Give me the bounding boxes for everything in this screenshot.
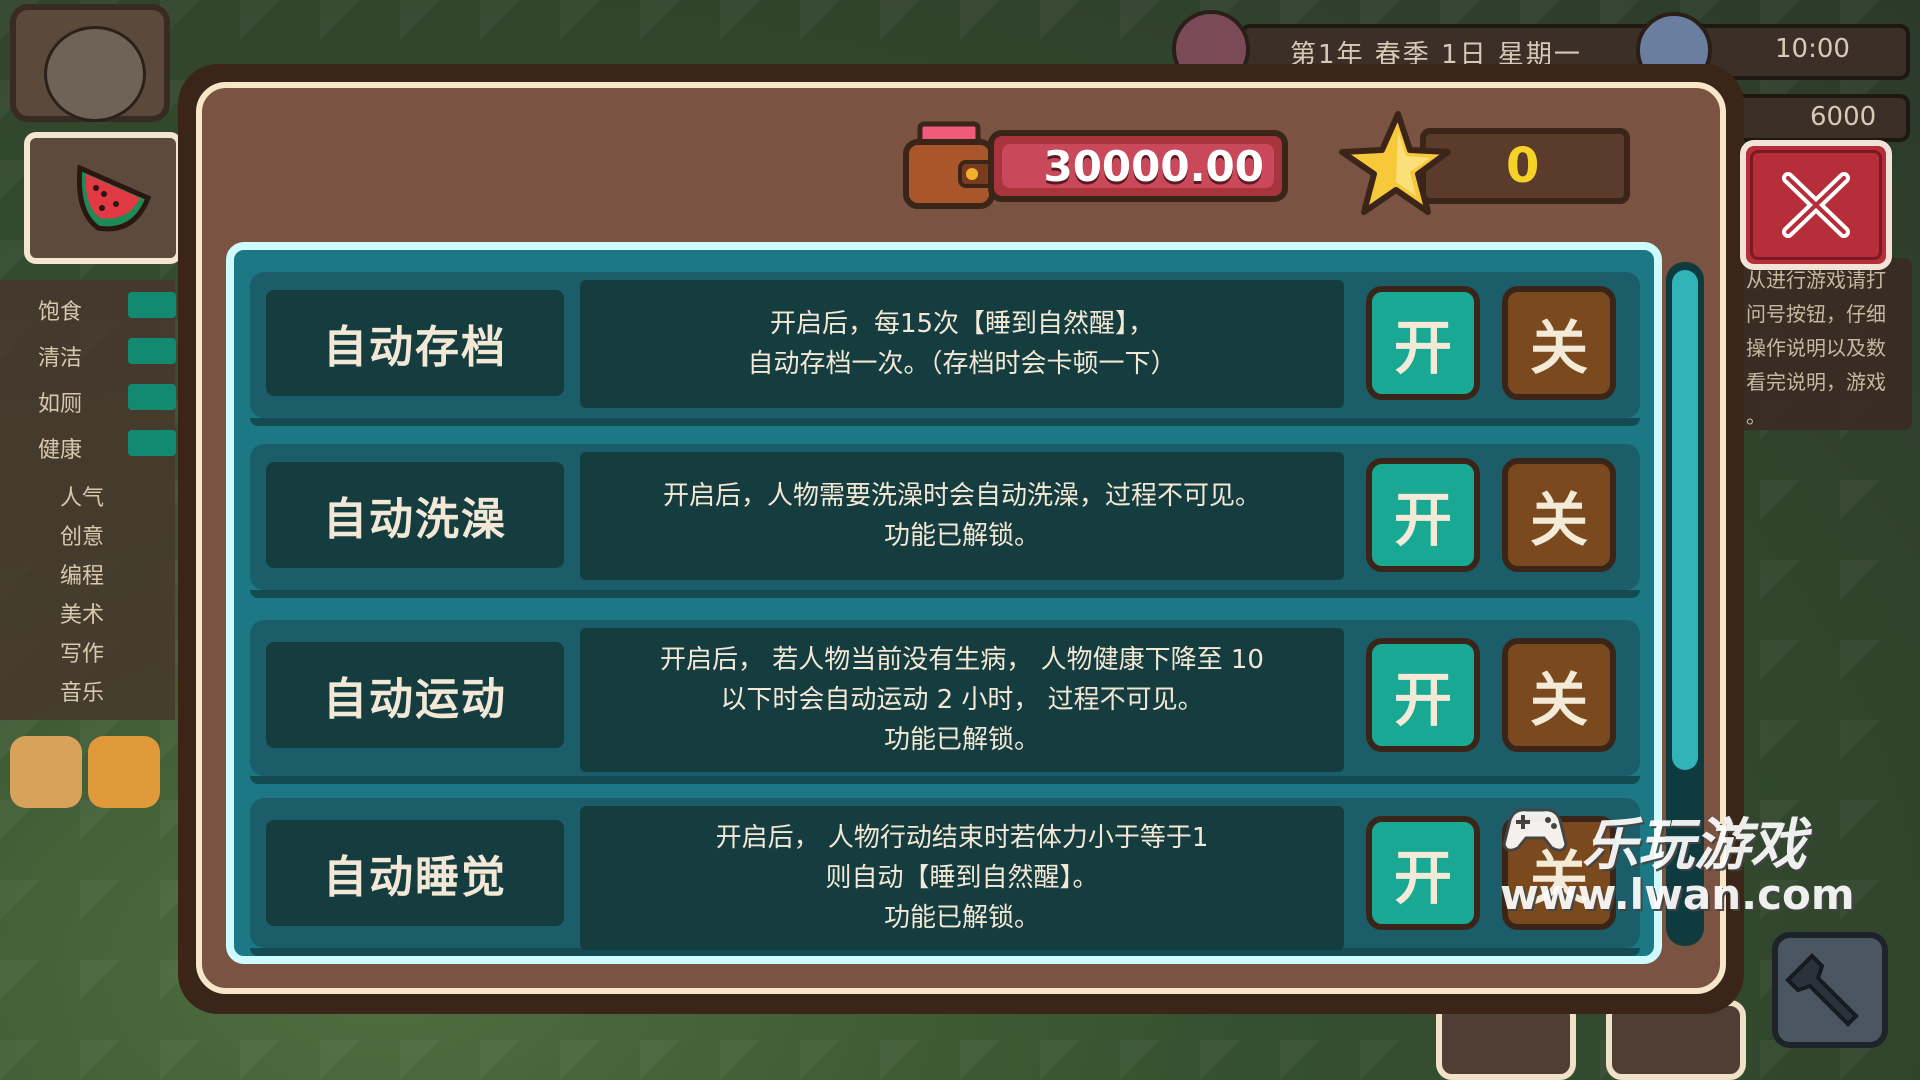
description-line: 功能已解锁。 xyxy=(883,521,1040,551)
food-card[interactable] xyxy=(24,132,182,264)
gamepad-icon xyxy=(1502,808,1568,852)
skill-programming: 编程 xyxy=(60,564,105,589)
watermark-url: www.lwan.com xyxy=(1500,870,1855,919)
setting-row-autoexercise: 自动运动 开启后， 若人物当前没有生病， 人物健康下降至 10 以下时会自动运动… xyxy=(250,620,1640,784)
wrench-settings-button[interactable] xyxy=(1772,932,1888,1048)
secondary-money-value: 6000 xyxy=(1810,102,1877,132)
tip-line: 。 xyxy=(1746,404,1766,428)
character-portrait xyxy=(44,26,146,122)
setting-row-autosleep: 自动睡觉 开启后， 人物行动结束时若体力小于等于1 则自动【睡到自然醒】。 功能… xyxy=(250,798,1640,956)
tip-line: 操作说明以及数 xyxy=(1746,336,1886,360)
autobath-off-button[interactable]: 关 xyxy=(1502,458,1616,572)
autosave-off-button[interactable]: 关 xyxy=(1502,286,1616,400)
wallet-icon xyxy=(903,121,996,209)
setting-description: 开启后，每15次【睡到自然醒】， 自动存档一次。（存档时会卡顿一下） xyxy=(580,280,1344,408)
description-line: 开启后，每15次【睡到自然醒】， xyxy=(769,309,1155,339)
star-icon xyxy=(1339,111,1451,215)
setting-description: 开启后， 人物行动结束时若体力小于等于1 则自动【睡到自然醒】。 功能已解锁。 xyxy=(580,806,1344,950)
hunger-bar xyxy=(128,292,176,318)
setting-title: 自动睡觉 xyxy=(266,820,564,926)
time-text: 10:00 xyxy=(1775,34,1850,64)
setting-description: 开启后，人物需要洗澡时会自动洗澡，过程不可见。 功能已解锁。 xyxy=(580,452,1344,580)
autosleep-on-button[interactable]: 开 xyxy=(1366,816,1480,930)
description-line: 以下时会自动运动 2 小时， 过程不可见。 xyxy=(720,685,1204,715)
money-bar: 30000.00 xyxy=(988,130,1288,202)
skill-art: 美术 xyxy=(60,603,105,628)
setting-row-autosave: 自动存档 开启后，每15次【睡到自然醒】， 自动存档一次。（存档时会卡顿一下） … xyxy=(250,272,1640,426)
tip-line: 问号按钮，仔细 xyxy=(1746,302,1886,326)
description-line: 自动存档一次。（存档时会卡顿一下） xyxy=(747,349,1177,379)
setting-title: 自动存档 xyxy=(266,290,564,396)
stat-label-clean: 清洁 xyxy=(38,346,83,371)
description-line: 开启后，人物需要洗澡时会自动洗澡，过程不可见。 xyxy=(662,481,1261,511)
autosave-on-button[interactable]: 开 xyxy=(1366,286,1480,400)
stat-label-toilet: 如厕 xyxy=(38,392,83,417)
close-button[interactable] xyxy=(1740,140,1892,270)
setting-title: 自动洗澡 xyxy=(266,462,564,568)
description-line: 功能已解锁。 xyxy=(883,725,1040,755)
skill-creativity: 创意 xyxy=(60,525,105,550)
watermark-name: 乐玩游戏 xyxy=(1582,813,1806,878)
description-line: 开启后， 人物行动结束时若体力小于等于1 xyxy=(715,823,1209,853)
star-count: 0 xyxy=(1506,138,1540,194)
skill-popularity: 人气 xyxy=(60,486,105,511)
setting-row-autobath: 自动洗澡 开启后，人物需要洗澡时会自动洗澡，过程不可见。 功能已解锁。 开 关 xyxy=(250,444,1640,598)
autobath-on-button[interactable]: 开 xyxy=(1366,458,1480,572)
scrollbar-thumb[interactable] xyxy=(1672,270,1698,770)
watermelon-icon xyxy=(76,164,152,232)
health-bar xyxy=(128,430,176,456)
wrench-icon xyxy=(1785,953,1859,1027)
skill-writing: 写作 xyxy=(60,642,105,667)
sun-icon[interactable] xyxy=(88,736,160,808)
stat-label-health: 健康 xyxy=(38,438,83,463)
description-line: 功能已解锁。 xyxy=(883,903,1040,933)
clean-bar xyxy=(128,338,176,364)
money-value: 30000.00 xyxy=(1043,142,1264,191)
stat-label-hunger: 饱食 xyxy=(38,300,83,325)
setting-title: 自动运动 xyxy=(266,642,564,748)
setting-description: 开启后， 若人物当前没有生病， 人物健康下降至 10 以下时会自动运动 2 小时… xyxy=(580,628,1344,772)
autoexercise-on-button[interactable]: 开 xyxy=(1366,638,1480,752)
description-line: 则自动【睡到自然醒】。 xyxy=(825,863,1099,893)
autoexercise-off-button[interactable]: 关 xyxy=(1502,638,1616,752)
avatar[interactable] xyxy=(10,4,170,122)
description-line: 开启后， 若人物当前没有生病， 人物健康下降至 10 xyxy=(660,645,1264,675)
stomach-icon[interactable] xyxy=(10,736,82,808)
tip-line: 看完说明，游戏 xyxy=(1746,370,1886,394)
close-icon xyxy=(1782,172,1850,238)
toilet-bar xyxy=(128,384,176,410)
skill-music: 音乐 xyxy=(60,681,105,706)
